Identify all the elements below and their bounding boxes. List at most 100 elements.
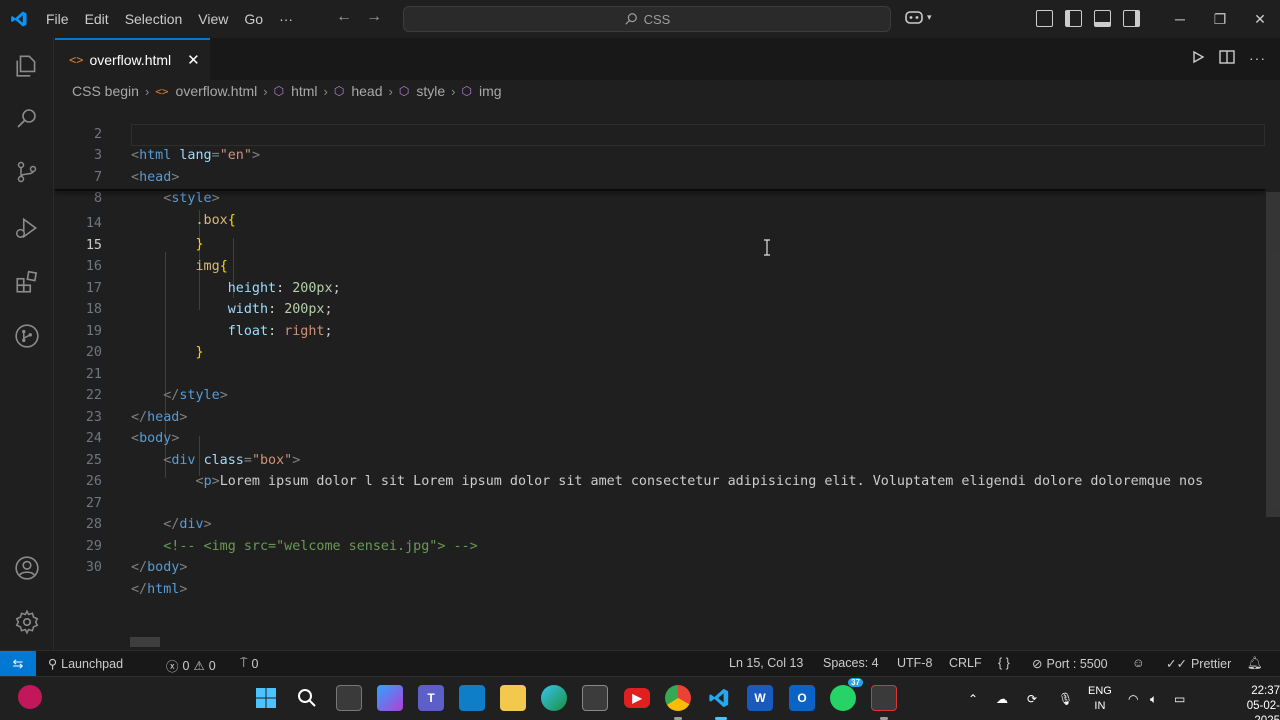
close-window-icon[interactable]: ✕: [1240, 0, 1280, 38]
menu-file[interactable]: File: [38, 11, 77, 27]
tab-overflow-html[interactable]: <> overflow.html ✕: [55, 38, 210, 80]
code-line: 3 <head>: [55, 124, 1265, 185]
task-view-icon[interactable]: [336, 685, 362, 711]
indentation[interactable]: Spaces: 4: [823, 656, 879, 670]
clock-date: 05-02-2025: [1246, 700, 1280, 720]
launchpad-item[interactable]: ⚲ Launchpad: [48, 656, 124, 672]
customize-layout-icon[interactable]: [1036, 10, 1053, 27]
vertical-scrollbar[interactable]: [1266, 102, 1280, 650]
word-icon[interactable]: W: [747, 685, 773, 711]
double-check-icon: ✓✓: [1166, 657, 1187, 671]
source-control-icon[interactable]: [0, 148, 54, 196]
forward-arrow-icon[interactable]: →: [366, 8, 382, 26]
remote-indicator-icon[interactable]: ⇆: [0, 651, 36, 676]
launchpad-label: Launchpad: [61, 656, 124, 671]
toggle-secondary-sidebar-icon[interactable]: [1123, 10, 1140, 27]
explorer-icon[interactable]: [0, 42, 54, 90]
windows-start-icon[interactable]: [253, 685, 279, 711]
status-bar: ⇆ ⚲ Launchpad ⓧ 0 ⚠ 0 ⍑ 0 Ln 15, Col 13 …: [0, 650, 1280, 676]
breadcrumb-folder[interactable]: CSS begin: [72, 83, 139, 99]
battery-icon[interactable]: ▭: [1174, 677, 1185, 720]
account-icon[interactable]: [0, 544, 54, 592]
microphone-icon[interactable]: 🎙︎: [1058, 677, 1073, 720]
chevron-right-icon: ›: [451, 83, 456, 99]
breadcrumb-file[interactable]: overflow.html: [176, 83, 258, 99]
indentation-label: Spaces: 4: [823, 656, 879, 670]
file-explorer-icon[interactable]: [500, 685, 526, 711]
youtube-icon[interactable]: ▶: [624, 688, 650, 708]
teams-icon[interactable]: T: [418, 685, 444, 711]
scrollbar-thumb[interactable]: [1266, 192, 1280, 517]
live-server-port[interactable]: ⊘ Port : 5500: [1032, 656, 1108, 672]
ports-item[interactable]: ⍑ 0: [240, 656, 258, 671]
whatsapp-icon[interactable]: 37: [830, 678, 863, 711]
copilot-taskbar-icon[interactable]: [377, 685, 403, 711]
settings-gear-icon[interactable]: [0, 598, 54, 646]
close-tab-icon[interactable]: ✕: [187, 51, 200, 69]
split-editor-icon[interactable]: [1219, 50, 1235, 64]
menu-more[interactable]: ···: [271, 11, 301, 27]
end-of-line[interactable]: CRLF: [949, 656, 982, 670]
outlook-icon[interactable]: O: [789, 685, 815, 711]
edge-icon[interactable]: [541, 685, 567, 711]
screen-recorder-icon[interactable]: [871, 685, 897, 711]
copilot-status-icon[interactable]: ☺: [1132, 656, 1145, 670]
warning-count: 0: [208, 658, 216, 673]
show-hidden-icons-icon[interactable]: ⌃: [968, 677, 978, 720]
notifications-bell-icon[interactable]: 🔔︎: [1247, 656, 1263, 671]
sync-icon[interactable]: ⟳: [1027, 677, 1037, 720]
search-icon[interactable]: [0, 94, 54, 142]
back-arrow-icon[interactable]: ←: [336, 8, 352, 26]
restore-icon[interactable]: ❐: [1200, 0, 1240, 38]
breadcrumb-html[interactable]: html: [291, 83, 317, 99]
code-line: 21 </style>: [55, 342, 1265, 404]
git-graph-icon[interactable]: [0, 312, 54, 360]
menu-go[interactable]: Go: [236, 11, 271, 27]
toggle-panel-icon[interactable]: [1094, 10, 1111, 27]
navigation-arrows: ← →: [336, 8, 382, 26]
code-line: 28 <!-- <img src="welcome sensei.jpg"> -…: [55, 493, 1265, 554]
news-widget-icon[interactable]: [459, 685, 485, 711]
antenna-icon: ⍑: [240, 656, 248, 670]
microsoft-store-icon[interactable]: [582, 685, 608, 711]
extensions-icon[interactable]: [0, 258, 54, 306]
menu-view[interactable]: View: [190, 11, 236, 27]
input-language[interactable]: ENG IN: [1088, 684, 1112, 714]
encoding[interactable]: UTF-8: [897, 656, 932, 670]
onedrive-icon[interactable]: ☁: [996, 677, 1008, 720]
breadcrumb-head[interactable]: head: [351, 83, 382, 99]
code-line: 18 float: right;: [55, 278, 1265, 339]
error-count: 0: [182, 658, 190, 673]
minimize-icon[interactable]: ─: [1160, 0, 1200, 38]
copilot-menu[interactable]: ▾: [904, 9, 932, 25]
window-controls: ─ ❐ ✕: [1160, 0, 1280, 38]
system-clock[interactable]: 22:37 05-02-2025: [1222, 684, 1280, 720]
breadcrumb-style[interactable]: style: [416, 83, 445, 99]
breadcrumb-img[interactable]: img: [479, 83, 502, 99]
vscode-taskbar-icon[interactable]: [706, 685, 732, 711]
horizontal-scrollbar-thumb[interactable]: [130, 637, 160, 647]
code-line: 8 .box{: [55, 167, 1265, 228]
menu-edit[interactable]: Edit: [77, 11, 117, 27]
copilot-app-icon[interactable]: [18, 685, 42, 709]
title-bar: File Edit Selection View Go ··· ← → CSS …: [0, 0, 1280, 38]
toggle-primary-sidebar-icon[interactable]: [1065, 10, 1082, 27]
run-debug-icon[interactable]: [0, 204, 54, 252]
volume-icon[interactable]: 🔈︎: [1150, 677, 1157, 720]
problems-item[interactable]: ⓧ 0 ⚠ 0: [166, 656, 216, 675]
code-editor[interactable]: 2 <html lang="en"> 3 <head> 7 <style> 8 …: [55, 102, 1280, 650]
language-mode[interactable]: { }: [998, 656, 1010, 670]
code-line: 25 <p>Lorem ipsum dolor l sit Lorem ipsu…: [55, 428, 1265, 490]
chrome-icon[interactable]: [665, 685, 691, 711]
prettier-label: Prettier: [1190, 656, 1232, 671]
command-center-search[interactable]: CSS: [403, 6, 891, 32]
wifi-icon[interactable]: ◠: [1128, 677, 1138, 720]
tab-bar: <> overflow.html ✕ ···: [55, 38, 1280, 80]
run-icon[interactable]: [1191, 50, 1205, 64]
menu-selection[interactable]: Selection: [117, 11, 191, 27]
prettier-item[interactable]: ✓✓ Prettier: [1166, 656, 1232, 672]
cursor-position[interactable]: Ln 15, Col 13: [729, 656, 803, 670]
region-code: IN: [1094, 700, 1106, 712]
more-actions-icon[interactable]: ···: [1249, 50, 1266, 66]
taskbar-search-icon[interactable]: [294, 685, 320, 711]
